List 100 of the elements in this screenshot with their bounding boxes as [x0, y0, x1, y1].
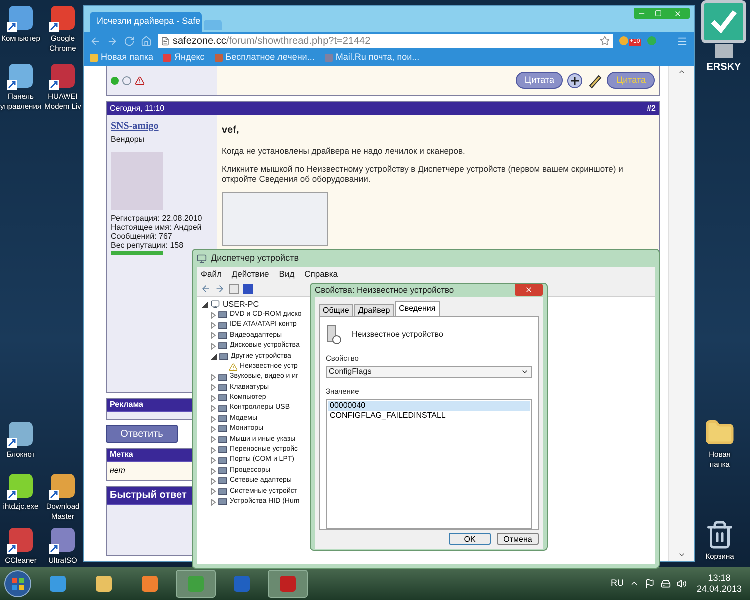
antivirus-gadget[interactable]: ERSKY: [698, 0, 750, 95]
device-icon: [218, 434, 228, 445]
app-icon[interactable]: [49, 62, 77, 90]
menu-item[interactable]: Файл: [201, 268, 222, 280]
monitor-check-icon: [701, 0, 747, 60]
reply-button[interactable]: Ответить: [106, 425, 178, 443]
dialog-button[interactable]: Отмена: [497, 533, 539, 546]
dialog-tab[interactable]: Сведения: [395, 300, 440, 316]
expand-arrow-icon[interactable]: [211, 394, 216, 402]
post-paragraph: Когда не установлены драйвера не надо лечилок и сканеров.: [222, 146, 466, 156]
add-quote-icon[interactable]: [567, 72, 584, 88]
device-icon: [218, 486, 228, 497]
expand-arrow-icon[interactable]: [211, 498, 216, 506]
avatar-placeholder: [111, 152, 163, 210]
clock[interactable]: 13:18 24.04.2013: [692, 572, 746, 594]
collapse-arrow-icon[interactable]: [202, 302, 208, 308]
collapse-arrow-icon[interactable]: [211, 354, 217, 360]
scroll-down-icon[interactable]: [678, 551, 686, 559]
bookmark-icon: [214, 54, 223, 62]
flag-icon[interactable]: [644, 578, 655, 588]
computer-icon: [211, 300, 220, 309]
scroll-up-icon[interactable]: [678, 68, 686, 76]
pen-icon[interactable]: [587, 72, 604, 88]
dialog-tab[interactable]: Драйвер: [354, 304, 394, 316]
expand-arrow-icon[interactable]: [211, 457, 216, 464]
bookmark-star-icon[interactable]: [600, 36, 610, 46]
online-status-icon: [111, 76, 119, 84]
dialog-tab[interactable]: Общие: [319, 304, 354, 316]
dropdown-icon: [521, 368, 529, 376]
expand-arrow-icon[interactable]: [211, 384, 216, 392]
tree-item[interactable]: USER-PC: [223, 298, 260, 310]
volume-icon[interactable]: [676, 578, 687, 588]
expand-arrow-icon[interactable]: [211, 342, 216, 350]
expand-arrow-icon[interactable]: [211, 332, 216, 340]
app-icon[interactable]: [49, 526, 77, 554]
expand-arrow-icon[interactable]: [211, 374, 216, 382]
back-icon[interactable]: [90, 36, 101, 46]
back-icon[interactable]: [201, 284, 211, 294]
user-stat: Вес репутации: 158: [111, 241, 185, 250]
expand-arrow-icon[interactable]: [211, 468, 216, 475]
screenshot-thumbnail[interactable]: [222, 192, 328, 246]
section-title: Быстрый ответ: [110, 489, 187, 503]
property-select[interactable]: ConfigFlags: [326, 366, 532, 378]
app-icon: [233, 574, 251, 592]
extension-icon[interactable]: [619, 36, 629, 46]
user-stat: Настоящее имя: Андрей: [111, 223, 203, 232]
post-paragraph: Кликните мышкой по Неизвестному устройству в Диспетчере устройств (первом вашем скриншоте) и откройте Сведения об оборудовании.: [222, 164, 624, 184]
start-button-icon[interactable]: [4, 570, 32, 598]
app-icon[interactable]: [7, 420, 35, 448]
trash-bin-icon[interactable]: [705, 520, 735, 550]
close-icon: [525, 286, 533, 294]
menu-item[interactable]: Вид: [279, 268, 295, 280]
device-manager-icon: [197, 254, 207, 264]
user-stat: Регистрация: 22.08.2010: [111, 214, 204, 223]
app-icon[interactable]: [7, 62, 35, 90]
report-icon[interactable]: [135, 76, 145, 86]
menu-item[interactable]: Действие: [232, 268, 270, 280]
expand-arrow-icon[interactable]: [211, 478, 216, 485]
expand-arrow-icon[interactable]: [211, 436, 216, 444]
device-icon: [218, 497, 228, 508]
expand-arrow-icon[interactable]: [211, 488, 216, 496]
app-icon[interactable]: [7, 526, 35, 554]
window-title: Диспетчер устройств: [211, 252, 299, 265]
app-icon[interactable]: [49, 4, 77, 32]
device-icon: [218, 414, 228, 424]
reload-icon[interactable]: [124, 36, 135, 46]
dialog-button[interactable]: OK: [449, 533, 491, 546]
app-icon[interactable]: [7, 4, 35, 32]
close-button[interactable]: [515, 284, 543, 296]
scrollbar[interactable]: [668, 66, 694, 561]
device-icon: [218, 372, 228, 383]
app-icon[interactable]: [49, 472, 77, 500]
device-icon: [218, 466, 228, 476]
app-icon[interactable]: [7, 472, 35, 500]
menu-icon[interactable]: [677, 36, 688, 46]
expand-arrow-icon[interactable]: [211, 312, 216, 319]
user-role: Вендоры: [111, 134, 146, 146]
app-icon: [49, 574, 67, 592]
expand-arrow-icon[interactable]: [211, 426, 216, 433]
home-icon[interactable]: [141, 36, 152, 46]
post-number[interactable]: #2: [647, 102, 656, 114]
expand-arrow-icon[interactable]: [211, 446, 216, 454]
username-link[interactable]: SNS-amigo: [111, 119, 213, 134]
forward-icon[interactable]: [215, 284, 225, 294]
tab-title: Исчезли драйвера - Safe: [97, 15, 201, 28]
language-indicator[interactable]: RU: [610, 576, 624, 590]
address-bar[interactable]: safezone.cc/forum/showthread.php?t=21442: [158, 34, 613, 48]
device-icon: [218, 404, 228, 414]
forward-icon[interactable]: [107, 36, 118, 46]
value-item[interactable]: 00000040: [328, 401, 530, 412]
expand-arrow-icon[interactable]: [211, 322, 216, 330]
menu-item[interactable]: Справка: [304, 268, 338, 280]
value-item[interactable]: CONFIGFLAG_FAILEDINSTALL: [328, 411, 530, 422]
device-icon: [218, 393, 228, 404]
user-stat: Сообщений: 767: [111, 232, 174, 241]
expand-arrow-icon[interactable]: [211, 416, 216, 423]
tag-value: нет: [109, 465, 126, 477]
device-icon: [218, 330, 228, 341]
expand-arrow-icon[interactable]: [211, 405, 216, 412]
app-icon: [187, 574, 205, 592]
